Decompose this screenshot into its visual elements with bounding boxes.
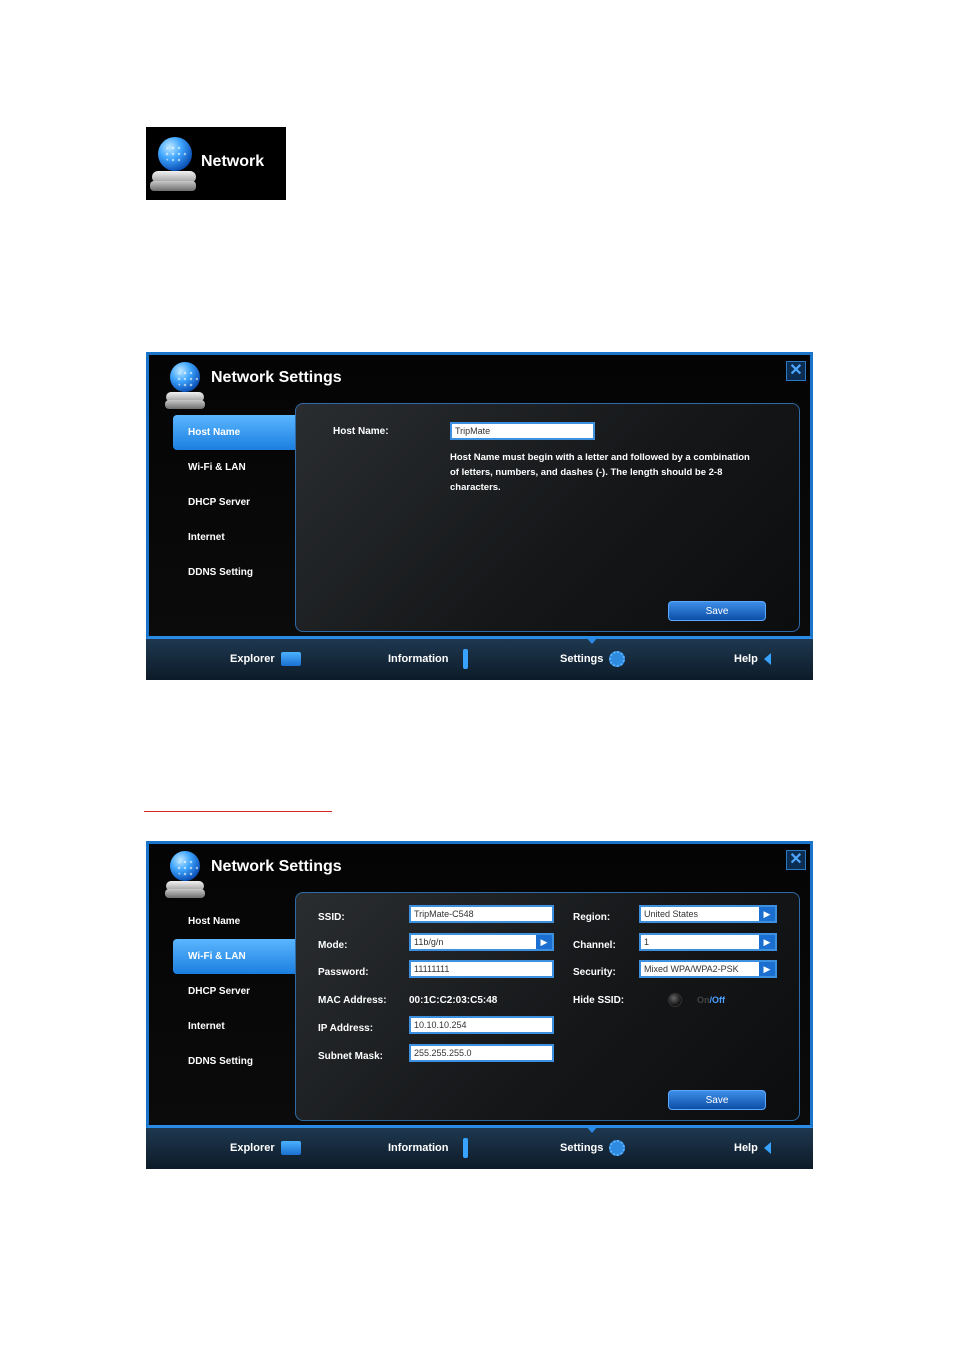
mode-label: Mode: [318, 940, 348, 951]
settings-sidebar: Host Name Wi-Fi & LAN DHCP Server Intern… [173, 904, 297, 1079]
gear-icon [609, 651, 626, 668]
sidebar-item-internet[interactable]: Internet [173, 1009, 297, 1044]
region-label: Region: [573, 912, 611, 923]
subnet-mask-input[interactable]: 255.255.255.0 [409, 1044, 554, 1062]
host-name-label: Host Name: [333, 426, 389, 437]
host-name-input[interactable]: TripMate [450, 422, 595, 440]
chevron-right-icon[interactable]: ▶ [759, 935, 775, 949]
chevron-right-icon[interactable]: ▶ [536, 935, 552, 949]
bottom-nav-bar: Explorer Information Settings Help [146, 637, 813, 680]
exclamation-icon [462, 1138, 468, 1159]
tab-explorer-label: Explorer [230, 1142, 275, 1154]
dialog-frame: Network Settings ✕ Host Name Wi-Fi & LAN… [146, 841, 813, 1128]
tab-explorer[interactable]: Explorer [230, 639, 301, 680]
tab-help-label: Help [734, 653, 758, 665]
settings-sidebar: Host Name Wi-Fi & LAN DHCP Server Intern… [173, 415, 297, 590]
password-input[interactable]: 11111111 [409, 960, 554, 978]
dialog-title: Network Settings [211, 369, 342, 386]
sidebar-item-host-name[interactable]: Host Name [173, 904, 297, 939]
hide-ssid-toggle[interactable] [668, 993, 682, 1007]
network-badge[interactable]: Network [146, 127, 286, 200]
settings-content-panel: Host Name: TripMate Host Name must begin… [295, 403, 800, 632]
host-name-note-line: of letters, numbers, and dashes (-). The… [450, 467, 723, 478]
security-select[interactable]: Mixed WPA/WPA2-PSK ▶ [639, 960, 777, 978]
tab-explorer-label: Explorer [230, 653, 275, 665]
mac-address-label: MAC Address: [318, 995, 387, 1006]
tab-information[interactable]: Information [388, 1128, 468, 1169]
hide-ssid-on[interactable]: On [697, 995, 710, 1005]
subnet-mask-label: Subnet Mask: [318, 1051, 384, 1062]
ssid-input[interactable]: TripMate-C548 [409, 905, 554, 923]
tab-information-label: Information [388, 653, 449, 665]
mac-address-value: 00:1C:C2:03:C5:48 [409, 995, 498, 1006]
ssid-label: SSID: [318, 912, 345, 923]
mode-value: 11b/g/n [414, 937, 444, 947]
bottom-nav-bar: Explorer Information Settings Help [146, 1126, 813, 1169]
channel-select[interactable]: 1 ▶ [639, 933, 777, 951]
tab-help[interactable]: Help [734, 639, 771, 680]
red-underline-divider [144, 811, 332, 812]
sidebar-item-ddns-setting[interactable]: DDNS Setting [173, 555, 297, 590]
tab-settings[interactable]: Settings [560, 1128, 626, 1169]
mode-select[interactable]: 11b/g/n ▶ [409, 933, 554, 951]
ip-address-label: IP Address: [318, 1023, 374, 1034]
password-label: Password: [318, 967, 369, 978]
tab-information-label: Information [388, 1142, 449, 1154]
hide-ssid-off[interactable]: Off [712, 995, 725, 1005]
sidebar-item-dhcp-server[interactable]: DHCP Server [173, 974, 297, 1009]
save-button[interactable]: Save [668, 1090, 766, 1110]
chevron-right-icon[interactable]: ▶ [759, 907, 775, 921]
hide-ssid-label: Hide SSID: [573, 995, 625, 1006]
dialog-frame: Network Settings ✕ Host Name Wi-Fi & LAN… [146, 352, 813, 639]
region-select[interactable]: United States ▶ [639, 905, 777, 923]
arrow-left-icon [763, 653, 771, 666]
region-value: United States [644, 909, 699, 919]
sidebar-item-ddns-setting[interactable]: DDNS Setting [173, 1044, 297, 1079]
channel-label: Channel: [573, 940, 616, 951]
ip-address-input[interactable]: 10.10.10.254 [409, 1016, 554, 1034]
tab-settings-label: Settings [560, 653, 604, 665]
sidebar-item-dhcp-server[interactable]: DHCP Server [173, 485, 297, 520]
tab-settings-label: Settings [560, 1142, 604, 1154]
host-name-note: Host Name must begin with a letter and f… [450, 450, 750, 495]
tab-help-label: Help [734, 1142, 758, 1154]
network-badge-label: Network [201, 153, 265, 170]
folder-icon [280, 652, 301, 667]
network-globe-icon [165, 851, 205, 901]
tab-explorer[interactable]: Explorer [230, 1128, 301, 1169]
folder-icon [280, 1141, 301, 1156]
settings-content-panel: SSID: TripMate-C548 Mode: 11b/g/n ▶ Pass… [295, 892, 800, 1121]
network-globe-icon [165, 362, 205, 412]
tab-information[interactable]: Information [388, 639, 468, 680]
network-globe-icon [150, 135, 196, 193]
arrow-left-icon [763, 1142, 771, 1155]
network-settings-dialog-host-name: Network Settings ✕ Host Name Wi-Fi & LAN… [146, 352, 813, 680]
dialog-title: Network Settings [211, 858, 342, 875]
hide-ssid-on-off[interactable]: On/Off [697, 995, 725, 1005]
security-label: Security: [573, 967, 616, 978]
close-icon[interactable]: ✕ [786, 361, 806, 381]
exclamation-icon [462, 649, 468, 670]
host-name-note-line: Host Name must begin with a letter and f… [450, 452, 750, 463]
network-settings-dialog-wifi-lan: Network Settings ✕ Host Name Wi-Fi & LAN… [146, 841, 813, 1169]
tab-settings[interactable]: Settings [560, 639, 626, 680]
channel-value: 1 [644, 937, 650, 947]
chevron-right-icon[interactable]: ▶ [759, 962, 775, 976]
save-button[interactable]: Save [668, 601, 766, 621]
sidebar-item-wifi-lan[interactable]: Wi-Fi & LAN [173, 450, 297, 485]
sidebar-item-internet[interactable]: Internet [173, 520, 297, 555]
security-value: Mixed WPA/WPA2-PSK [644, 964, 739, 974]
sidebar-item-host-name[interactable]: Host Name [173, 415, 297, 450]
gear-icon [609, 1140, 626, 1157]
sidebar-item-wifi-lan[interactable]: Wi-Fi & LAN [173, 939, 297, 974]
host-name-note-line: characters. [450, 482, 501, 493]
close-icon[interactable]: ✕ [786, 850, 806, 870]
tab-help[interactable]: Help [734, 1128, 771, 1169]
